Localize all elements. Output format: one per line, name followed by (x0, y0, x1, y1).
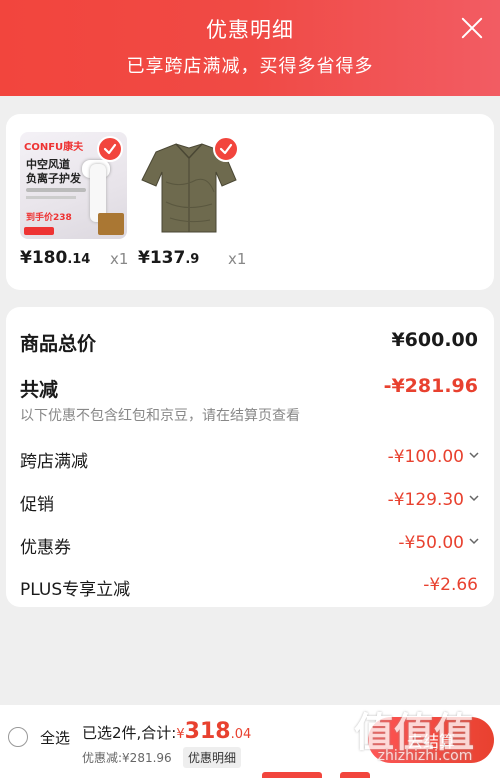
product-image-price: 到手价238 (26, 213, 72, 223)
selected-check-icon[interactable] (213, 136, 239, 162)
discount-label: 跨店满减 (20, 452, 88, 472)
discount-summary: 优惠减:¥281.96 (82, 751, 172, 765)
close-icon[interactable] (458, 14, 486, 42)
page-title: 优惠明细 (206, 18, 294, 42)
total-amount: ¥318.04 (176, 719, 252, 744)
warranty-badge (98, 213, 124, 235)
discount-note: 以下优惠不包含红包和京豆，请在结算页查看 (20, 408, 300, 424)
total-cents: .04 (230, 727, 252, 742)
product-price: ¥180.14 (20, 248, 90, 268)
discount-value: -¥100.00 (387, 447, 464, 467)
chevron-down-icon[interactable] (468, 492, 480, 504)
product-item[interactable] (136, 132, 246, 239)
price-cents: .14 (67, 252, 91, 267)
chevron-down-icon[interactable] (468, 535, 480, 547)
discount-label: 优惠券 (20, 538, 71, 558)
total-main: 318 (184, 719, 231, 744)
image-text-block (26, 188, 86, 192)
discount-label: PLUS专享立减 (20, 580, 131, 600)
discount-detail-header: 优惠明细 已享跨店满减，买得多省得多 (0, 0, 500, 96)
bottom-edge-tab (340, 772, 370, 778)
hair-dryer-image: CONFU康夫 中空风道 负离子护发 到手价238 (20, 132, 127, 239)
product-item[interactable]: CONFU康夫 中空风道 负离子护发 到手价238 (20, 132, 130, 239)
product-brand: CONFU康夫 (24, 142, 84, 153)
watermark-site: zhizhizhi.com (377, 748, 473, 764)
product-price: ¥137.9 (138, 248, 199, 268)
site-watermark: 值值值 zhizhizhi.com (350, 700, 500, 778)
discount-label: 促销 (20, 495, 54, 515)
select-all-radio[interactable] (8, 727, 28, 747)
selected-summary: 已选2件,合计:¥318.04 (82, 719, 251, 744)
price-main: ¥137 (138, 248, 186, 268)
page-subtitle: 已享跨店满减，买得多省得多 (126, 56, 374, 77)
currency-symbol: ¥ (176, 727, 185, 742)
chevron-down-icon[interactable] (468, 449, 480, 461)
shirt-image (136, 132, 243, 239)
discount-value: -¥50.00 (398, 533, 464, 553)
total-reduction-value: -¥281.96 (383, 375, 478, 397)
discount-value: -¥129.30 (387, 490, 464, 510)
product-quantity: x1 (110, 250, 129, 268)
selected-check-icon[interactable] (97, 136, 123, 162)
product-image-line2: 负离子护发 (26, 172, 81, 185)
total-reduction-label: 共减 (20, 379, 59, 401)
total-price-value: ¥600.00 (391, 329, 478, 351)
image-text-block (26, 196, 76, 199)
total-price-label: 商品总价 (20, 333, 97, 355)
select-all-label[interactable]: 全选 (40, 727, 70, 748)
discount-value: -¥2.66 (423, 575, 478, 595)
discount-detail-button[interactable]: 优惠明细 (183, 747, 242, 768)
product-quantity: x1 (228, 250, 247, 268)
price-summary-card: 商品总价 ¥600.00 共减 -¥281.96 以下优惠不包含红包和京豆，请在… (6, 307, 494, 607)
promo-tag (24, 227, 54, 235)
price-cents: .9 (185, 252, 200, 267)
bottom-edge-tab (262, 772, 322, 778)
selected-count-text: 已选2件,合计: (82, 724, 177, 742)
price-main: ¥180 (20, 248, 68, 268)
